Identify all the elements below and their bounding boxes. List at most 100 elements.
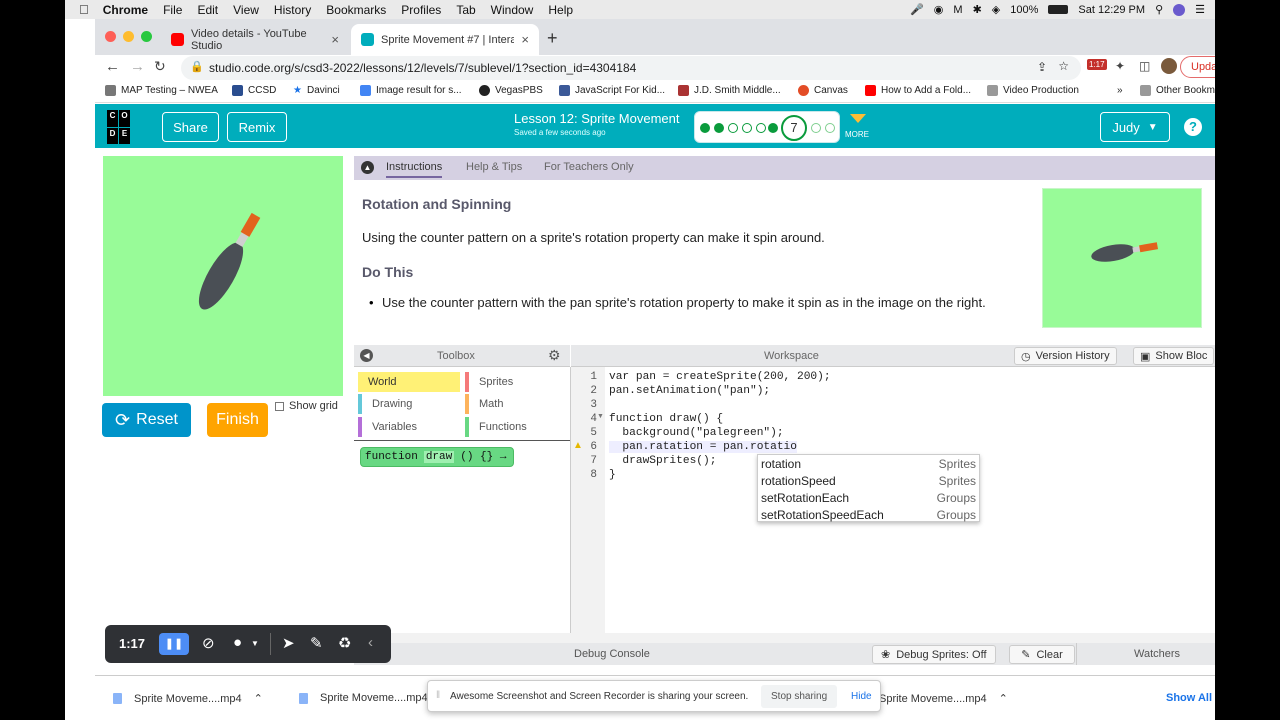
profile-avatar[interactable] [1161, 58, 1177, 74]
bookmark-javascript[interactable]: JavaScript For Kid... [559, 85, 665, 96]
tab-youtube-studio[interactable]: Video details - YouTube Studio × [161, 24, 349, 55]
show-all-button[interactable]: Show All [1166, 692, 1212, 704]
bookmark-vegaspbs[interactable]: VegasPBS [479, 85, 543, 96]
hide-button[interactable]: Hide [851, 691, 872, 702]
code-line[interactable]: pan.setAnimation("pan"); [609, 385, 770, 397]
chevron-up-icon[interactable]: ⌃ [999, 692, 1008, 705]
remix-button[interactable]: Remix [227, 112, 287, 142]
example-image[interactable] [1042, 188, 1202, 328]
wifi-icon[interactable]: ◈ [992, 3, 1000, 16]
sidepanel-icon[interactable]: ◫ [1139, 59, 1150, 73]
debug-sprites-button[interactable]: ❀ Debug Sprites: Off [872, 645, 996, 664]
menu-help[interactable]: Help [548, 3, 573, 17]
collapse-icon[interactable]: ‹ [368, 634, 373, 651]
download-item[interactable]: Sprite Moveme....mp4 ⌃ [113, 692, 263, 705]
menu-edit[interactable]: Edit [197, 3, 218, 17]
category-variables[interactable]: Variables [362, 417, 460, 437]
pen-icon[interactable]: ✎ [310, 634, 323, 652]
search-icon[interactable]: ⚲ [1155, 3, 1163, 16]
code-line[interactable]: } [609, 469, 616, 481]
extensions-icon[interactable]: ✦ [1115, 59, 1125, 73]
code-line[interactable]: background("palegreen"); [609, 427, 783, 439]
lock-icon[interactable]: 🔒 [190, 60, 204, 73]
microphone-icon[interactable]: ● [233, 634, 242, 651]
level-dot[interactable] [811, 123, 821, 133]
menu-tab[interactable]: Tab [456, 3, 475, 17]
lesson-title[interactable]: Lesson 12: Sprite Movement [514, 111, 679, 126]
chevron-up-icon[interactable]: ⌃ [254, 692, 263, 705]
show-blocks-button[interactable]: ▣ Show Bloc [1133, 347, 1215, 365]
more-label[interactable]: MORE [845, 130, 869, 139]
bluetooth-icon[interactable]: ✱ [973, 3, 982, 16]
bookmark-star-icon[interactable]: ☆ [1058, 59, 1069, 73]
user-menu-button[interactable]: Judy ▼ [1100, 112, 1170, 142]
bookmark-how-to-add[interactable]: How to Add a Fold... [865, 85, 971, 96]
menu-view[interactable]: View [233, 3, 259, 17]
control-center-icon[interactable]: ☰ [1195, 3, 1205, 16]
collapse-icon[interactable]: ▲ [361, 161, 374, 174]
siri-icon[interactable] [1173, 3, 1186, 16]
reload-icon[interactable]: ↻ [154, 58, 166, 75]
update-button[interactable]: Update [1180, 56, 1215, 78]
new-tab-icon[interactable]: + [547, 28, 558, 49]
bookmarks-overflow[interactable]: » [1117, 85, 1123, 96]
m-icon[interactable]: M [953, 4, 962, 16]
menu-app-name[interactable]: Chrome [103, 3, 148, 17]
category-sprites[interactable]: Sprites [469, 372, 567, 392]
show-grid-checkbox[interactable] [275, 401, 284, 411]
code-editor[interactable]: ▲ 1 2 3 4 5 6 7 8 ▼ var pan = createSpri… [571, 367, 1215, 633]
function-draw-block[interactable]: function draw () {} → [360, 447, 514, 467]
bookmark-image-result[interactable]: Image result for s... [360, 85, 462, 96]
more-arrow-icon[interactable] [850, 114, 866, 123]
pause-button[interactable]: ❚❚ [159, 633, 189, 655]
menu-file[interactable]: File [163, 3, 182, 17]
download-item[interactable]: Sprite Moveme....mp4 [299, 692, 428, 704]
level-dot[interactable] [768, 123, 778, 133]
bookmark-jd-smith[interactable]: J.D. Smith Middle... [678, 85, 781, 96]
autocomplete-item[interactable]: rotation Sprites [758, 455, 979, 472]
current-level[interactable]: 7 [781, 115, 807, 141]
bookmark-canvas[interactable]: Canvas [798, 85, 848, 96]
category-functions[interactable]: Functions [469, 417, 567, 437]
tab-instructions[interactable]: Instructions [386, 161, 443, 178]
help-icon[interactable]: ? [1184, 118, 1202, 136]
autocomplete-item[interactable]: setRotationSpeedEach Groups [758, 506, 979, 523]
code-line-active[interactable]: pan.ratation = pan.rotatio [609, 441, 797, 453]
code-line[interactable]: drawSprites(); [609, 455, 716, 467]
level-dot[interactable] [728, 123, 738, 133]
fold-arrow-icon[interactable]: ▼ [597, 413, 604, 420]
bookmark-ccsd[interactable]: CCSD [232, 85, 276, 96]
back-icon[interactable]: ← [105, 58, 120, 75]
code-org-logo[interactable]: C O D E [107, 110, 141, 144]
clock[interactable]: Sat 12:29 PM [1078, 4, 1145, 16]
stop-sharing-button[interactable]: Stop sharing [761, 685, 838, 708]
gear-icon[interactable]: ⚙ [548, 347, 561, 364]
bookmark-map-testing[interactable]: MAP Testing – NWEA [105, 85, 218, 96]
close-tab-icon[interactable]: × [521, 32, 529, 47]
record-icon[interactable]: ◉ [934, 3, 944, 16]
battery-icon[interactable] [1048, 5, 1069, 14]
eraser-icon[interactable]: ♻ [338, 634, 351, 652]
download-item[interactable]: Sprite Moveme....mp4 ⌃ [879, 692, 1008, 706]
level-dot[interactable] [756, 123, 766, 133]
forward-icon[interactable]: → [130, 58, 145, 75]
cursor-icon[interactable]: ➤ [282, 634, 295, 652]
finish-button[interactable]: Finish [207, 403, 268, 437]
zoom-window-button[interactable] [141, 31, 152, 42]
menu-history[interactable]: History [274, 3, 311, 17]
level-dot[interactable] [825, 123, 835, 133]
show-grid-toggle[interactable]: Show grid [275, 400, 338, 412]
menu-bookmarks[interactable]: Bookmarks [326, 3, 386, 17]
level-dot[interactable] [700, 123, 710, 133]
reset-button[interactable]: ⟳ Reset [102, 403, 191, 437]
minimize-window-button[interactable] [123, 31, 134, 42]
debug-console-label[interactable]: Debug Console [574, 648, 650, 660]
chevron-down-icon[interactable]: ▼ [251, 639, 259, 648]
close-tab-icon[interactable]: × [331, 32, 339, 47]
autocomplete-item[interactable]: rotationSpeed Sprites [758, 472, 979, 489]
menu-window[interactable]: Window [491, 3, 534, 17]
drag-handle-icon[interactable]: ‖ [436, 690, 440, 701]
collapse-left-icon[interactable]: ◀ [360, 349, 373, 362]
bookmark-other[interactable]: Other Bookm [1140, 85, 1215, 96]
bookmark-davinci[interactable]: ★ Davinci [293, 85, 340, 96]
